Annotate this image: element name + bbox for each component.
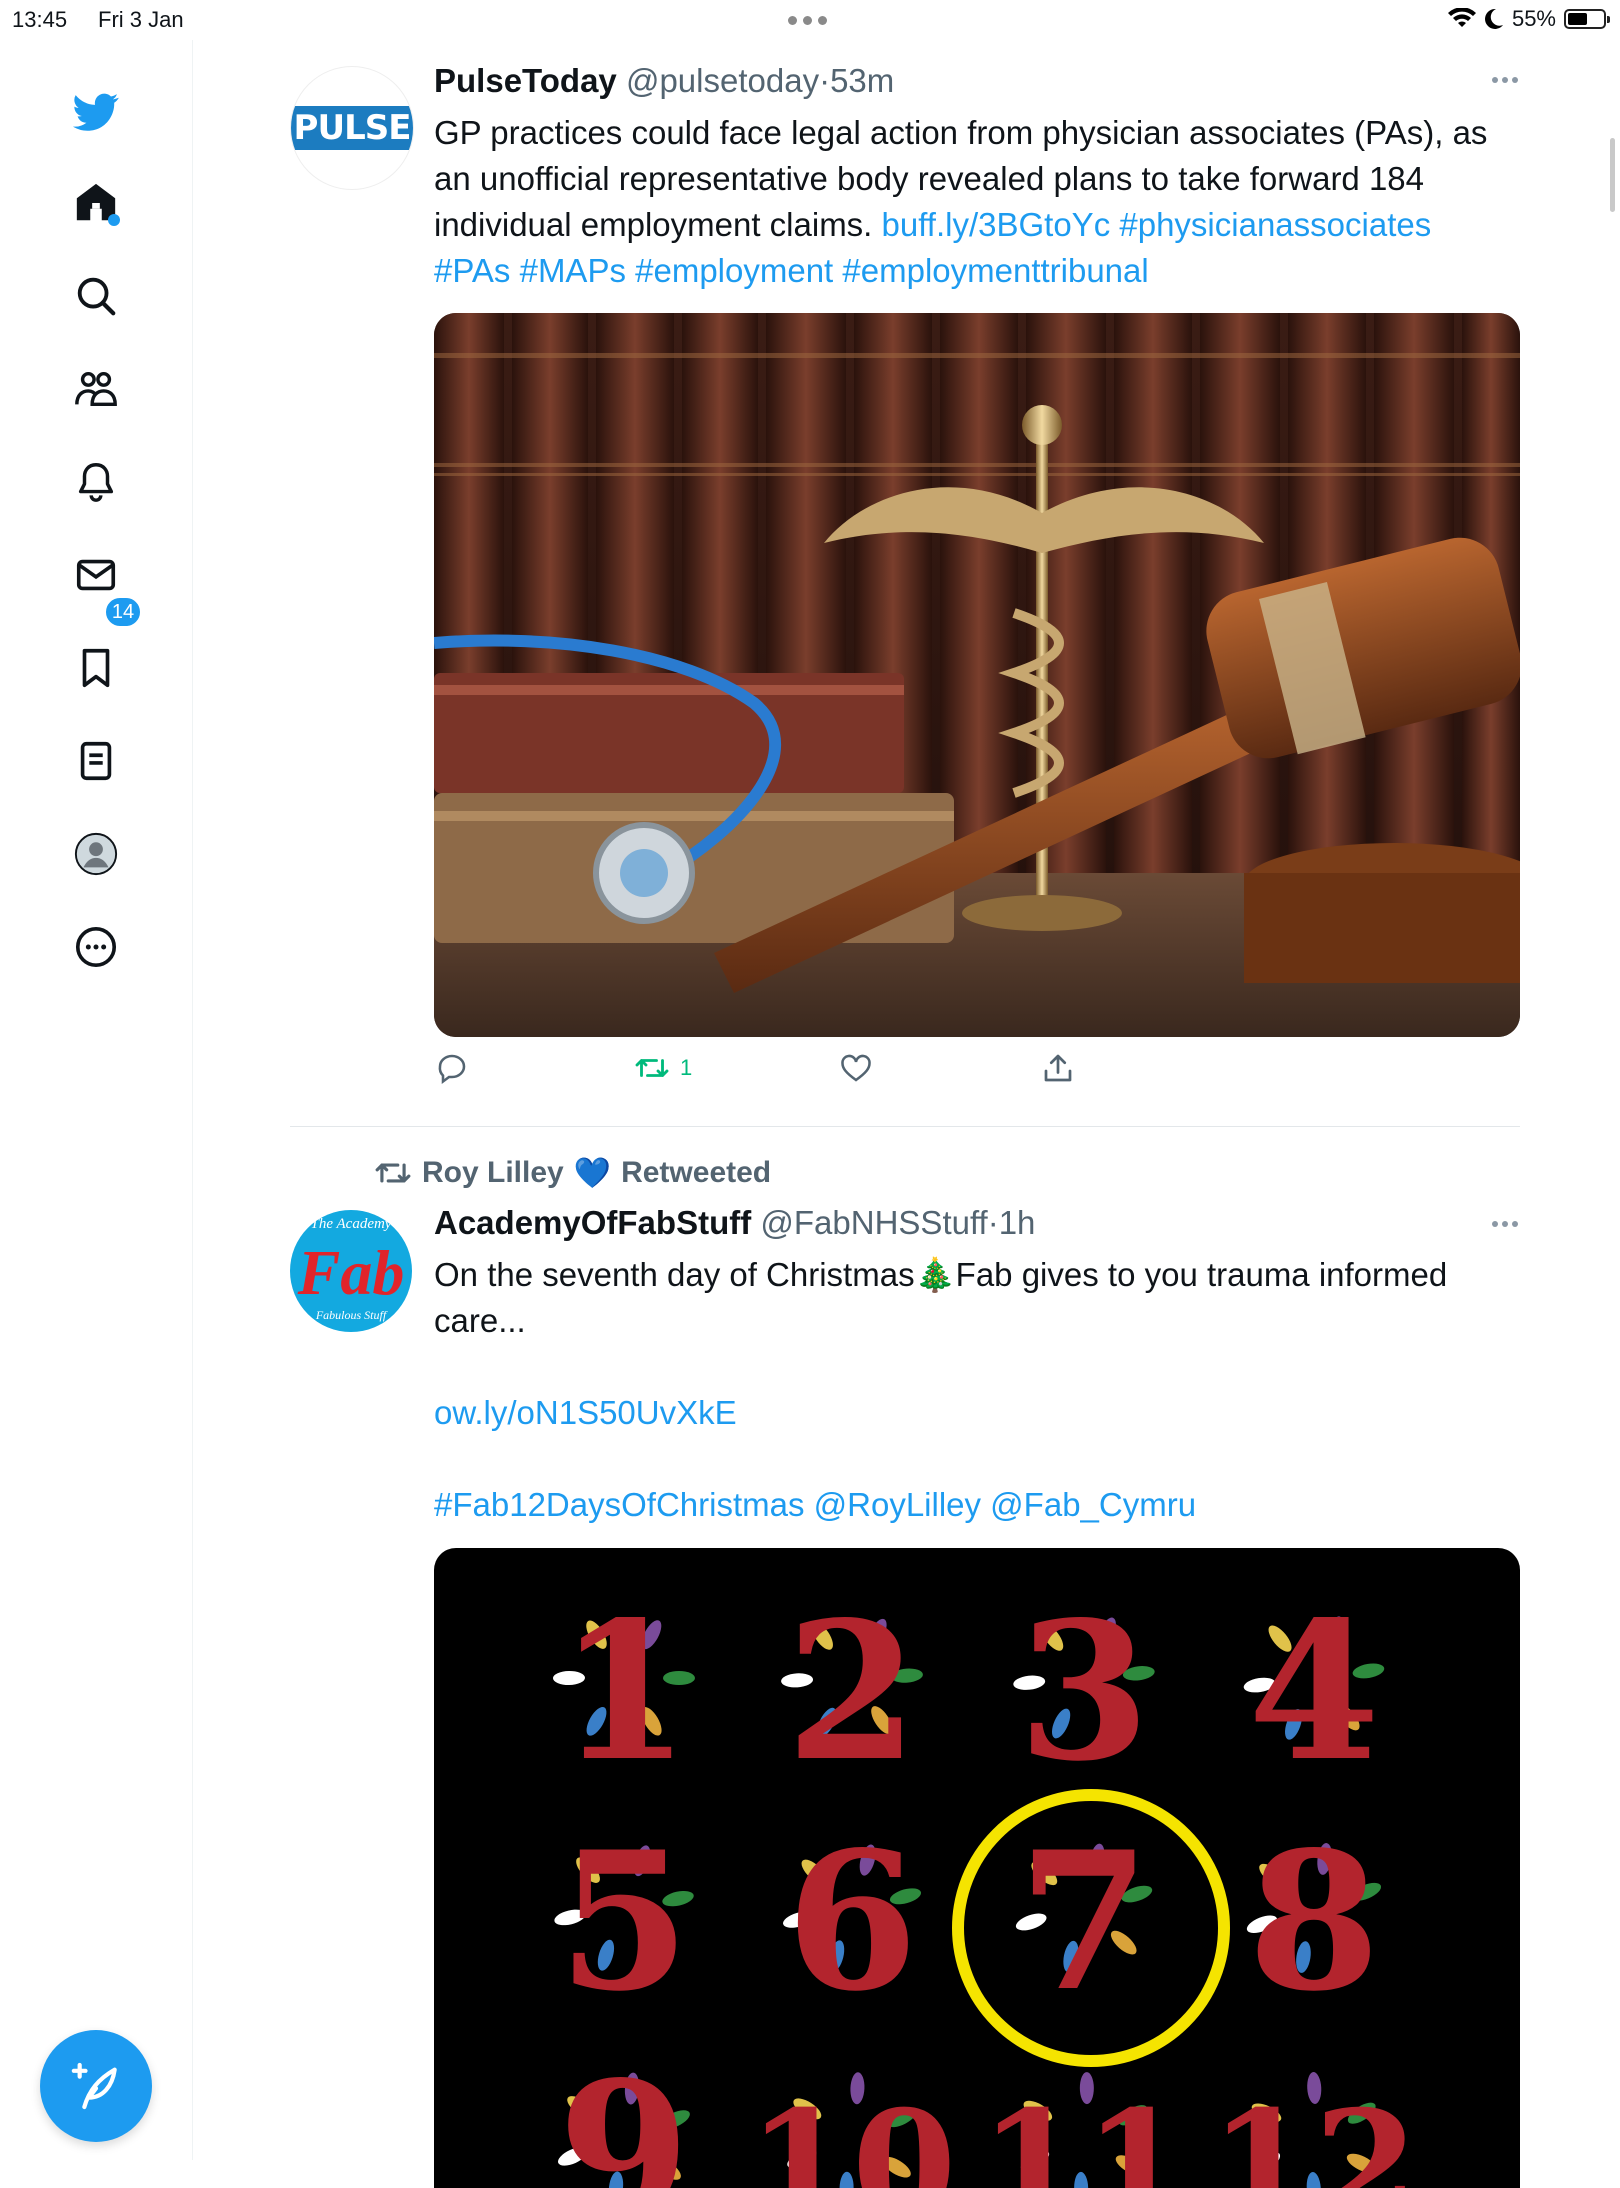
- feather-plus-icon: [71, 2062, 117, 2110]
- retweeted-label: Retweeted: [621, 1156, 772, 1189]
- author-name[interactable]: PulseToday: [434, 62, 617, 99]
- twelve-days-of-christmas-image: 1 2 3 45 6 7 89 10 11 12: [553, 1580, 1419, 2188]
- tweet-link-line: ow.ly/oN1S50UvXkE: [434, 1390, 1514, 1436]
- tweet-image-twelve-days[interactable]: 1 2 3 4 5 6 7 8 9 10 11 12: [434, 1548, 1520, 2188]
- retweet-icon: [635, 1059, 669, 1077]
- fab-avatar[interactable]: The Academy Fab Fabulous Stuff: [290, 1210, 412, 1332]
- share-button[interactable]: [1040, 1050, 1076, 1086]
- pulse-logo: PULSE: [291, 106, 413, 150]
- compose-tweet-button[interactable]: [40, 2030, 152, 2142]
- retweeter-name[interactable]: Roy Lilley: [422, 1156, 564, 1190]
- profile-avatar-icon[interactable]: [70, 828, 122, 880]
- hashtag-links[interactable]: #PAs #MAPs #employment #employmenttribun…: [434, 252, 1149, 289]
- tweet-image-law-medicine[interactable]: [434, 313, 1520, 1037]
- communities-icon[interactable]: [70, 363, 122, 415]
- list-icon[interactable]: [70, 735, 122, 787]
- day-numeral-6: 6: [786, 1810, 918, 2033]
- separator-dot: ·: [987, 1204, 999, 1241]
- envelope-icon[interactable]: [70, 549, 122, 601]
- status-indicators: 55%: [1447, 6, 1610, 32]
- moon-icon: [1484, 8, 1503, 29]
- share-icon: [1044, 1054, 1072, 1082]
- battery-percent: 55%: [1511, 6, 1556, 31]
- fab-logo: Fab: [297, 1237, 405, 1308]
- heart-icon: [841, 1054, 871, 1082]
- day-numeral-3: 3: [1018, 1580, 1150, 1803]
- day-numeral-4: 4: [1248, 1580, 1380, 1803]
- christmas-tree-emoji: 🎄: [914, 1256, 956, 1293]
- status-time: 13:45: [12, 7, 68, 32]
- retweet-button[interactable]: 1: [634, 1050, 692, 1086]
- battery-icon: [1564, 9, 1610, 29]
- bookmark-icon[interactable]: [70, 642, 122, 694]
- author-handle[interactable]: @pulsetoday: [626, 62, 819, 99]
- day-numeral-2: 2: [786, 1580, 918, 1803]
- tweet-link[interactable]: buff.ly/3BGtoYc: [882, 206, 1111, 243]
- day-numeral-5: 5: [558, 1810, 690, 2033]
- day-numeral-10: 10: [748, 2078, 957, 2188]
- pulse-avatar[interactable]: PULSE: [290, 66, 414, 190]
- retweet-count: 1: [680, 1055, 693, 1080]
- day-numeral-11: 11: [980, 2078, 1189, 2188]
- scroll-indicator[interactable]: [1610, 138, 1615, 212]
- status-bar: 13:45 Fri 3 Jan 55%: [0, 0, 1620, 40]
- retweet-icon: [375, 1163, 411, 1183]
- sidebar: 14: [0, 40, 193, 2160]
- status-date: Fri 3 Jan: [98, 7, 184, 32]
- tweet-text: On the seventh day of Christmas🎄Fab give…: [434, 1252, 1514, 1344]
- retweeted-by-line[interactable]: Roy Lilley 💙 Retweeted: [374, 1154, 771, 1192]
- tweet-text: GP practices could face legal action fro…: [434, 110, 1514, 294]
- hashtag-link[interactable]: #physicianassociates: [1110, 206, 1431, 243]
- tweet-link[interactable]: ow.ly/oN1S50UvXkE: [434, 1394, 737, 1431]
- day-numeral-1: 1: [558, 1580, 690, 1803]
- tweet-text-line1: On the seventh day of Christmas: [434, 1256, 915, 1293]
- day-numeral-9: 9: [558, 2040, 690, 2188]
- day-numeral-7: 7: [1018, 1810, 1150, 2033]
- day-numeral-12: 12: [1210, 2078, 1419, 2188]
- author-name[interactable]: AcademyOfFabStuff: [434, 1204, 751, 1241]
- tweet-header: AcademyOfFabStuff @FabNHSStuff·1h: [434, 1204, 1035, 1242]
- twitter-logo-icon[interactable]: [70, 86, 122, 138]
- author-handle[interactable]: @FabNHSStuff: [760, 1204, 987, 1241]
- hashtag-and-mentions[interactable]: #Fab12DaysOfChristmas @RoyLilley @Fab_Cy…: [434, 1486, 1196, 1523]
- bell-icon[interactable]: [70, 456, 122, 508]
- tweet-time[interactable]: 53m: [830, 62, 894, 99]
- avatar-top-text: The Academy: [310, 1216, 392, 1232]
- reply-button[interactable]: [434, 1050, 470, 1086]
- tweet-time[interactable]: 1h: [999, 1204, 1036, 1241]
- more-circle-icon[interactable]: [70, 921, 122, 973]
- more-options-icon[interactable]: [1490, 1218, 1520, 1230]
- tweet-tags-line: #Fab12DaysOfChristmas @RoyLilley @Fab_Cy…: [434, 1482, 1514, 1528]
- reply-icon: [438, 1054, 466, 1085]
- wifi-icon: [1447, 8, 1476, 27]
- new-content-dot: [108, 214, 120, 226]
- search-icon[interactable]: [70, 270, 122, 322]
- blue-heart-emoji: 💙: [573, 1156, 612, 1190]
- separator-dot: ·: [819, 62, 831, 99]
- tweet-actions: 1: [434, 1050, 1134, 1100]
- more-options-icon[interactable]: [1490, 74, 1520, 86]
- tweet-divider: [290, 1126, 1520, 1127]
- multitasking-dots-icon[interactable]: [788, 16, 827, 25]
- like-button[interactable]: [838, 1050, 874, 1086]
- tweet-header: PulseToday @pulsetoday·53m: [434, 62, 894, 100]
- law-books-gavel-stethoscope-image: [434, 313, 1520, 1037]
- avatar-bottom-text: Fabulous Stuff: [315, 1308, 387, 1322]
- day-numeral-8: 8: [1248, 1810, 1380, 2033]
